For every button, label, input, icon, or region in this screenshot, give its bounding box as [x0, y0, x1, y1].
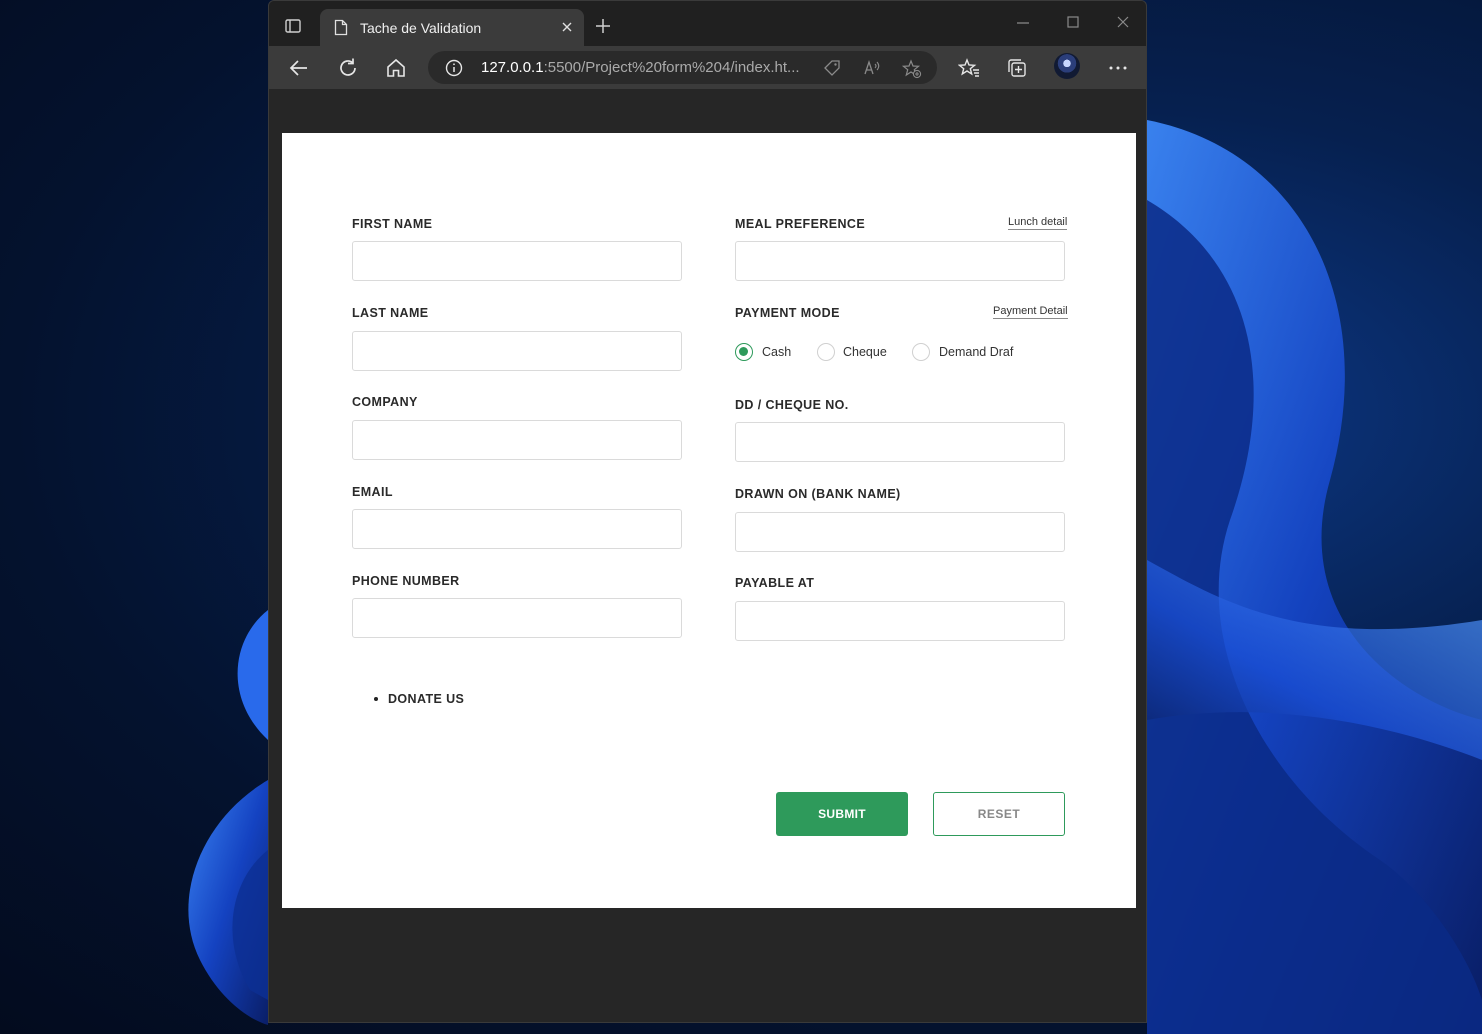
last-name-input[interactable] [352, 331, 682, 371]
donate-us-link[interactable]: DONATE US [388, 692, 464, 706]
email-input[interactable] [352, 509, 682, 549]
collections-icon[interactable] [1006, 57, 1028, 79]
read-aloud-icon[interactable] [863, 59, 881, 77]
info-icon[interactable] [445, 59, 463, 77]
more-options-icon[interactable] [1107, 57, 1129, 79]
tag-icon[interactable] [823, 59, 841, 77]
meal-preference-input[interactable] [735, 241, 1065, 281]
first-name-label: FIRST NAME [352, 217, 433, 231]
refresh-icon[interactable] [337, 57, 359, 79]
bank-name-label: DRAWN ON (BANK NAME) [735, 487, 901, 501]
profile-avatar[interactable] [1054, 53, 1080, 79]
add-favorite-icon[interactable] [902, 59, 922, 79]
radio-cash[interactable] [735, 343, 753, 361]
document-icon [334, 19, 348, 36]
company-label: COMPANY [352, 395, 418, 409]
phone-number-input[interactable] [352, 598, 682, 638]
radio-cheque[interactable] [817, 343, 835, 361]
payable-at-label: PAYABLE AT [735, 576, 815, 590]
browser-tab[interactable]: Tache de Validation [320, 9, 584, 46]
maximize-icon[interactable] [1066, 15, 1080, 29]
radio-demand-draft-label[interactable]: Demand Draf [939, 345, 1013, 359]
tab-actions-icon[interactable] [283, 16, 303, 36]
submit-button[interactable]: SUBMIT [776, 792, 908, 836]
browser-window: Tache de Validation 127.0.0.1:5500/Proje… [268, 0, 1147, 1023]
meal-preference-label: MEAL PREFERENCE [735, 217, 866, 231]
radio-cheque-label[interactable]: Cheque [843, 345, 887, 359]
cheque-number-label: DD / CHEQUE NO. [735, 398, 849, 412]
radio-demand-draft[interactable] [912, 343, 930, 361]
url-text: 127.0.0.1:5500/Project%20form%204/index.… [481, 59, 800, 76]
title-bar: Tache de Validation [269, 1, 1146, 46]
payment-mode-label: PAYMENT MODE [735, 306, 840, 320]
back-icon[interactable] [288, 57, 310, 79]
bank-name-input[interactable] [735, 512, 1065, 552]
close-window-icon[interactable] [1116, 15, 1130, 29]
radio-cash-label[interactable]: Cash [762, 345, 791, 359]
close-tab-icon[interactable] [560, 20, 574, 34]
phone-number-label: PHONE NUMBER [352, 574, 460, 588]
lunch-detail-link[interactable]: Lunch detail [1008, 216, 1068, 230]
address-bar[interactable]: 127.0.0.1:5500/Project%20form%204/index.… [428, 51, 937, 84]
new-tab-icon[interactable] [595, 18, 611, 34]
browser-toolbar: 127.0.0.1:5500/Project%20form%204/index.… [269, 46, 1146, 89]
last-name-label: LAST NAME [352, 306, 429, 320]
payable-at-input[interactable] [735, 601, 1065, 641]
donate-bullet [374, 697, 378, 701]
tab-title: Tache de Validation [360, 20, 482, 36]
favorites-icon[interactable] [958, 57, 980, 79]
minimize-icon[interactable] [1016, 15, 1030, 29]
page-viewport: FIRST NAME LAST NAME COMPANY EMAIL PHONE… [269, 89, 1146, 1022]
payment-detail-link[interactable]: Payment Detail [993, 305, 1068, 319]
reset-button[interactable]: RESET [933, 792, 1065, 836]
home-icon[interactable] [385, 57, 407, 79]
company-input[interactable] [352, 420, 682, 460]
first-name-input[interactable] [352, 241, 682, 281]
email-label: EMAIL [352, 485, 393, 499]
registration-form: FIRST NAME LAST NAME COMPANY EMAIL PHONE… [282, 133, 1136, 908]
cheque-number-input[interactable] [735, 422, 1065, 462]
